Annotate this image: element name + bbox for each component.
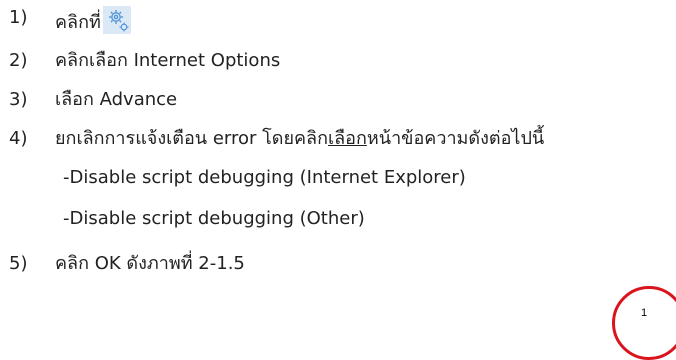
step-number: 1)	[9, 7, 28, 28]
step-number: 3)	[9, 89, 28, 110]
step-text-underlined: เลือก	[328, 128, 367, 149]
step-text: คลิกที่	[55, 12, 101, 33]
step-text: คลิกเลือก Internet Options	[55, 50, 281, 71]
step-text-before: ยกเลิกการแจ้งเตือน error โดยคลิก	[55, 128, 328, 149]
callout-badge: 1	[612, 286, 676, 360]
sub-item: -Disable script debugging (Other)	[63, 208, 365, 229]
step-number: 4)	[9, 128, 28, 149]
step-number: 2)	[9, 50, 28, 71]
step-text: เลือก Advance	[55, 89, 178, 110]
step-text: คลิก OK ดังภาพที่ 2-1.5	[55, 253, 245, 274]
callout-number: 1	[641, 307, 648, 319]
sub-item: -Disable script debugging (Internet Expl…	[63, 167, 466, 188]
step-number: 5)	[9, 253, 28, 274]
step-text-after: หน้าข้อความดังต่อไปนี้	[366, 128, 545, 149]
gear-icon	[102, 6, 131, 34]
